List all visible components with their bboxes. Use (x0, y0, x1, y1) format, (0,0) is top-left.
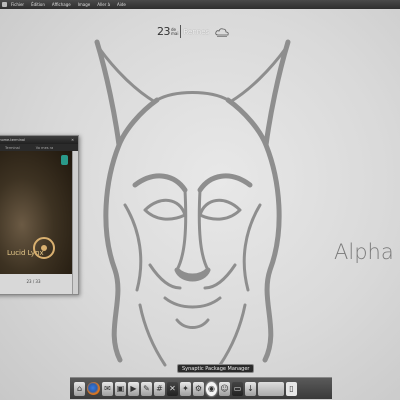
window-tabs: Terminal Vo mes ra (0, 144, 78, 151)
wallpaper-preview: Lucid Lynx (0, 151, 72, 274)
editor-icon[interactable]: ✎ (141, 381, 152, 396)
screen-icon[interactable]: ▭ (232, 381, 243, 396)
synaptic-icon[interactable]: ◉ (206, 381, 217, 396)
ubuntu-logo-icon (33, 237, 55, 259)
tab-second[interactable]: Vo mes ra (36, 146, 53, 150)
firefox-icon[interactable] (87, 382, 100, 395)
tab-terminal[interactable]: Terminal (5, 146, 20, 150)
workspace-switcher-icon[interactable] (258, 381, 284, 396)
menu-edit[interactable]: Édition (31, 2, 45, 7)
image-viewer-window[interactable]: gnome-terminal ✕ Terminal Vo mes ra Luci… (0, 135, 79, 295)
tools-icon[interactable]: ⚙ (193, 381, 204, 396)
video-icon[interactable]: ▶ (128, 381, 139, 396)
menu-image[interactable]: Image (78, 2, 91, 7)
close-icon[interactable]: ✕ (71, 138, 74, 142)
chat-icon[interactable]: ☺ (219, 381, 230, 396)
image-viewer-icon[interactable]: ▣ (115, 381, 126, 396)
download-icon[interactable]: ↓ (245, 381, 256, 396)
dock: ⌂ ✉ ▣ ▶ ✎ # ✕ ✦ ⚙ ◉ ☺ ▭ ↓ ▯ (70, 377, 332, 399)
trash-icon[interactable]: ▯ (286, 381, 297, 396)
dock-tooltip: Synaptic Package Manager (177, 364, 255, 373)
window-title: gnome-terminal (0, 138, 26, 142)
system-menu-icon[interactable] (2, 2, 7, 7)
menu-file[interactable]: Fichier (11, 2, 24, 7)
app-icon[interactable] (61, 155, 68, 165)
window-scrollbar[interactable] (72, 151, 78, 294)
mail-icon[interactable]: ✉ (102, 381, 113, 396)
menu-view[interactable]: Affichage (52, 2, 71, 7)
calculator-icon[interactable]: # (154, 381, 165, 396)
menu-help[interactable]: Aide (117, 2, 126, 7)
top-menu-bar: Fichier Édition Affichage Image Aller à … (0, 0, 400, 9)
lynx-wallpaper-illustration (94, 39, 291, 367)
menu-go[interactable]: Aller à (97, 2, 110, 7)
window-titlebar[interactable]: gnome-terminal ✕ (0, 136, 78, 144)
graphics-icon[interactable]: ✦ (180, 381, 191, 396)
terminal-icon[interactable]: ✕ (167, 381, 178, 396)
home-folder-icon[interactable]: ⌂ (74, 381, 85, 396)
image-counter: 23 / 33 (26, 278, 41, 284)
alpha-label: Alpha (334, 240, 394, 264)
